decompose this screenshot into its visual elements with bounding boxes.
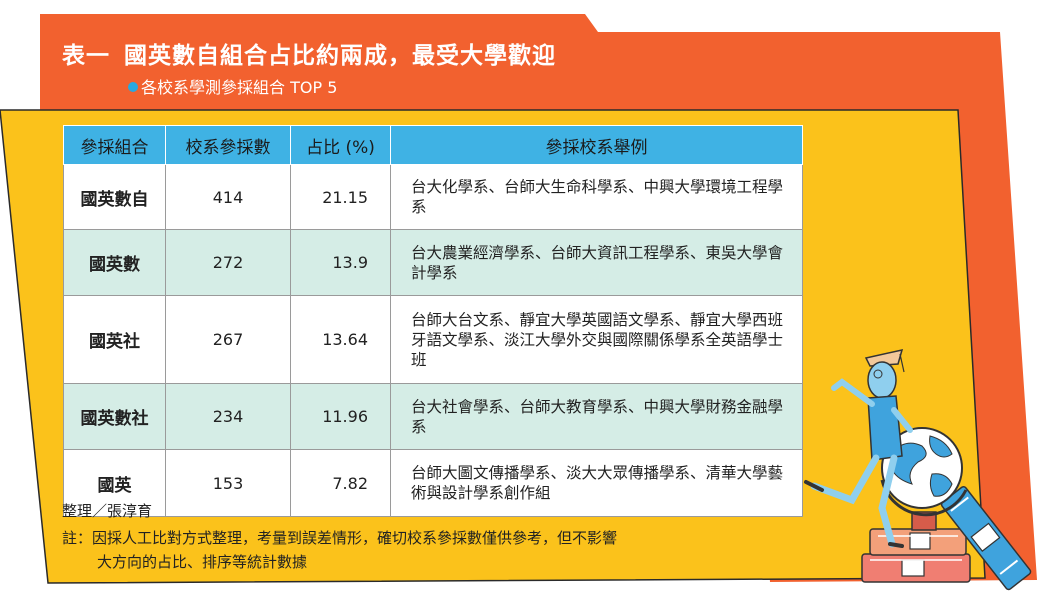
column-header-examples: 參採校系舉例 bbox=[390, 125, 803, 165]
credit-line: 整理／張淳育 bbox=[62, 502, 153, 520]
infographic-title: 表一 國英數自組合占比約兩成，最受大學歡迎 bbox=[62, 36, 556, 70]
combination-table: 參採組合 校系參採數 占比 (%) 參採校系舉例 國英數自 414 21.15 … bbox=[63, 125, 803, 517]
examples-cell: 台大化學系、台師大生命科學系、中興大學環境工程學系 bbox=[390, 164, 803, 230]
share-cell: 11.96 bbox=[290, 383, 391, 450]
subtitle-text: 各校系學測參採組合 TOP 5 bbox=[141, 78, 338, 97]
bullet-dot-icon bbox=[128, 82, 138, 92]
combo-cell: 國英數 bbox=[63, 229, 166, 296]
table-row: 國英數自 414 21.15 台大化學系、台師大生命科學系、中興大學環境工程學系 bbox=[63, 164, 803, 230]
student-globe-illustration bbox=[804, 348, 1032, 591]
table-row: 國英數 272 13.9 台大農業經濟學系、台師大資訊工程學系、東吳大學會計學系 bbox=[63, 229, 803, 296]
examples-cell: 台大社會學系、台師大教育學系、中興大學財務金融學系 bbox=[390, 383, 803, 450]
combo-cell: 國英數自 bbox=[63, 164, 166, 230]
title-text: 國英數自組合占比約兩成，最受大學歡迎 bbox=[124, 43, 556, 69]
examples-cell: 台大農業經濟學系、台師大資訊工程學系、東吳大學會計學系 bbox=[390, 229, 803, 296]
share-cell: 13.9 bbox=[290, 229, 391, 296]
count-cell: 272 bbox=[165, 229, 291, 296]
book-stack-icon bbox=[861, 528, 971, 583]
examples-cell: 台師大台文系、靜宜大學英國語文學系、靜宜大學西班牙語文學系、淡江大學外交與國際關… bbox=[390, 295, 803, 384]
table-row: 國英 153 7.82 台師大圖文傳播學系、淡大大眾傳播學系、清華大學藝術與設計… bbox=[63, 449, 803, 517]
student-figure-icon bbox=[804, 348, 913, 548]
table-label: 表一 bbox=[62, 43, 110, 69]
share-cell: 7.82 bbox=[290, 449, 391, 517]
infographic-subtitle: 各校系學測參採組合 TOP 5 bbox=[128, 74, 337, 98]
column-header-count: 校系參採數 bbox=[165, 125, 291, 165]
table-row: 國英數社 234 11.96 台大社會學系、台師大教育學系、中興大學財務金融學系 bbox=[63, 383, 803, 450]
note-line-2: 大方向的占比、排序等統計數據 bbox=[97, 553, 308, 571]
count-cell: 234 bbox=[165, 383, 291, 450]
column-header-combo: 參採組合 bbox=[63, 125, 166, 165]
count-cell: 153 bbox=[165, 449, 291, 517]
combo-cell: 國英社 bbox=[63, 295, 166, 384]
note-line-1: 註：因採人工比對方式整理，考量到誤差情形，確切校系參採數僅供參考，但不影響 bbox=[62, 529, 618, 547]
count-cell: 414 bbox=[165, 164, 291, 230]
count-cell: 267 bbox=[165, 295, 291, 384]
table-row: 國英社 267 13.64 台師大台文系、靜宜大學英國語文學系、靜宜大學西班牙語… bbox=[63, 295, 803, 384]
share-cell: 13.64 bbox=[290, 295, 391, 384]
table-header-row: 參採組合 校系參採數 占比 (%) 參採校系舉例 bbox=[63, 125, 803, 165]
share-cell: 21.15 bbox=[290, 164, 391, 230]
combo-cell: 國英數社 bbox=[63, 383, 166, 450]
examples-cell: 台師大圖文傳播學系、淡大大眾傳播學系、清華大學藝術與設計學系創作組 bbox=[390, 449, 803, 517]
column-header-share: 占比 (%) bbox=[290, 125, 391, 165]
